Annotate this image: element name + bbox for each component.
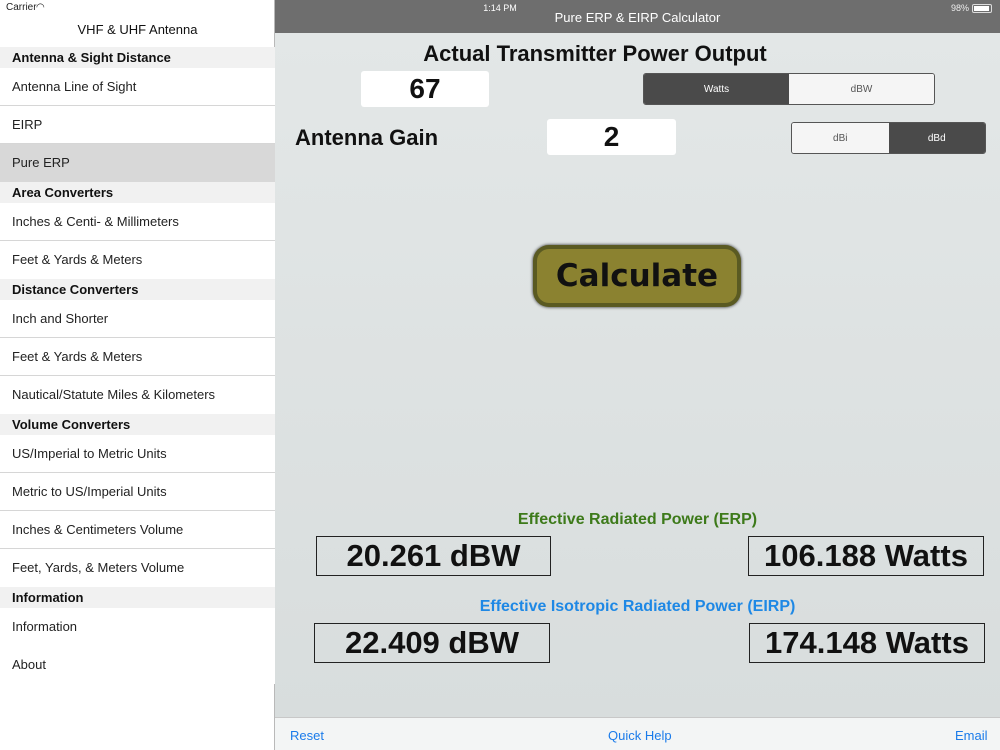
section-header-volume: Volume Converters <box>0 414 275 435</box>
reset-button[interactable]: Reset <box>290 728 324 743</box>
unit-dbi-segment[interactable]: dBi <box>792 123 889 153</box>
unit-watts-segment[interactable]: Watts <box>644 74 789 104</box>
gain-label: Antenna Gain <box>295 125 439 150</box>
erp-dbw-output: 20.261 dBW <box>316 536 551 576</box>
unit-dbd-segment[interactable]: dBd <box>888 123 985 153</box>
bottom-toolbar: Reset Quick Help Email <box>275 717 1000 750</box>
nav-bar: 1:14 PM 98% Pure ERP & EIRP Calculator <box>275 0 1000 33</box>
sidebar-item-inches-cm-volume[interactable]: Inches & Centimeters Volume <box>0 511 275 549</box>
sidebar-item-inch-shorter[interactable]: Inch and Shorter <box>0 300 275 338</box>
section-header-antenna: Antenna & Sight Distance <box>0 47 275 68</box>
sidebar-list: Antenna & Sight Distance Antenna Line of… <box>0 47 275 684</box>
gain-unit-selector: dBi dBd <box>791 122 986 154</box>
sidebar-item-metric-to-us[interactable]: Metric to US/Imperial Units <box>0 473 275 511</box>
sidebar-item-area-inches[interactable]: Inches & Centi- & Millimeters <box>0 203 275 241</box>
sidebar-item-distance-feet[interactable]: Feet & Yards & Meters <box>0 338 275 376</box>
wifi-icon: ◠ <box>36 2 45 13</box>
section-header-information: Information <box>0 587 275 608</box>
unit-dbw-segment[interactable]: dBW <box>789 74 934 104</box>
main-panel: 1:14 PM 98% Pure ERP & EIRP Calculator A… <box>275 0 1000 750</box>
calculate-label: Calculate <box>537 249 737 303</box>
calculate-button[interactable]: Calculate <box>533 245 741 307</box>
status-bar-left: Carrier ◠ <box>0 0 275 18</box>
nav-title: Pure ERP & EIRP Calculator <box>554 10 721 25</box>
erp-heading: Effective Radiated Power (ERP) <box>517 511 758 528</box>
quick-help-button[interactable]: Quick Help <box>608 728 672 743</box>
carrier-label: Carrier <box>6 2 37 13</box>
power-heading: Actual Transmitter Power Output <box>423 41 767 66</box>
eirp-heading: Effective Isotropic Radiated Power (EIRP… <box>479 598 796 615</box>
sidebar-item-nautical-miles[interactable]: Nautical/Statute Miles & Kilometers <box>0 376 275 414</box>
sidebar-item-antenna-line-of-sight[interactable]: Antenna Line of Sight <box>0 68 275 106</box>
sidebar-item-us-to-metric[interactable]: US/Imperial to Metric Units <box>0 435 275 473</box>
power-input[interactable]: 67 <box>361 71 489 107</box>
eirp-watts-output: 174.148 Watts <box>749 623 985 663</box>
power-unit-selector: Watts dBW <box>643 73 935 105</box>
sidebar-item-eirp[interactable]: EIRP <box>0 106 275 144</box>
gain-input[interactable]: 2 <box>547 119 676 155</box>
sidebar: Carrier ◠ VHF & UHF Antenna Antenna & Si… <box>0 0 275 750</box>
calculator-content: Actual Transmitter Power Output 67 Watts… <box>275 33 1000 717</box>
sidebar-item-area-feet[interactable]: Feet & Yards & Meters <box>0 241 275 279</box>
section-header-area: Area Converters <box>0 182 275 203</box>
section-header-distance: Distance Converters <box>0 279 275 300</box>
sidebar-item-pure-erp[interactable]: Pure ERP <box>0 144 275 182</box>
eirp-dbw-output: 22.409 dBW <box>314 623 550 663</box>
erp-watts-output: 106.188 Watts <box>748 536 984 576</box>
sidebar-item-feet-yards-volume[interactable]: Feet, Yards, & Meters Volume <box>0 549 275 587</box>
sidebar-item-about[interactable]: About <box>0 646 275 684</box>
sidebar-item-information[interactable]: Information <box>0 608 275 646</box>
email-button[interactable]: Email <box>955 728 988 743</box>
sidebar-title: VHF & UHF Antenna <box>77 22 198 37</box>
